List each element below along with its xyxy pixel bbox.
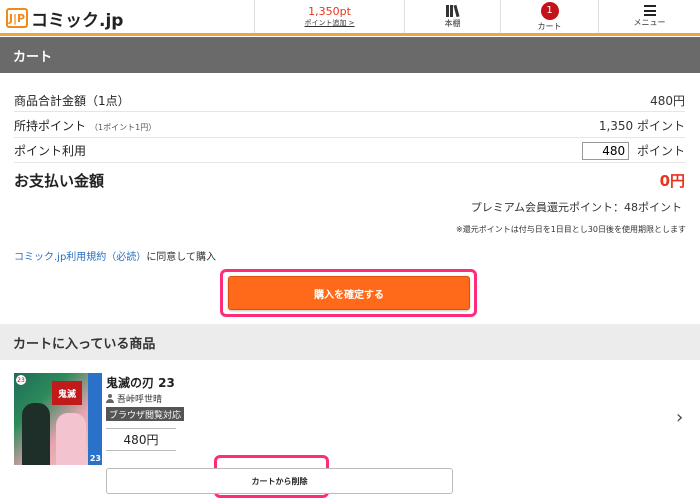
product-price: 480円 (106, 428, 176, 451)
total-label: お支払い金額 (14, 171, 105, 190)
terms-text: に同意して購入 (146, 252, 217, 263)
cover-title: 鬼滅 (52, 381, 82, 405)
use-points-unit: ポイント (636, 143, 685, 158)
owned-points-note: （1ポイント1円） (90, 122, 157, 132)
points-value: 1,350pt (308, 4, 351, 18)
cart-section-header: カート (0, 37, 700, 73)
logo-mark: J|P (6, 8, 28, 28)
product-title[interactable]: 鬼滅の刃 23 (106, 374, 175, 391)
subtotal-row: 商品合計金額（1点） 480円 (14, 89, 685, 112)
site-logo[interactable]: J|P コミック.jp (6, 7, 124, 31)
use-points-control: ポイント (582, 141, 685, 160)
subtotal-value: 480円 (650, 93, 685, 108)
total-value: 0円 (659, 171, 685, 190)
owned-points-row: 所持ポイント （1ポイント1円） 1,350 ポイント (14, 113, 685, 138)
points-expiry-note: ※還元ポイントは付与日を1日目とし30日後を使用期限とします (456, 225, 686, 234)
premium-points-note: プレミアム会員還元ポイント：48ポイント (470, 201, 682, 214)
confirm-purchase-button[interactable]: 購入を確定する (228, 276, 470, 310)
use-points-label: ポイント利用 (14, 144, 87, 158)
use-points-input[interactable] (582, 141, 630, 160)
cart-label: カート (537, 21, 562, 31)
person-icon (106, 394, 114, 403)
owned-points-value: 1,350 ポイント (598, 118, 685, 133)
cart-count-badge: 1 (540, 1, 559, 20)
terms-link[interactable]: コミック.jp利用規約（必読） (14, 252, 146, 263)
product-author: 吾峠呼世晴 (106, 392, 162, 405)
book-cover-image[interactable]: 鬼滅 23 23 (14, 373, 102, 465)
browser-reading-badge: ブラウザ閲覧対応 (106, 407, 185, 421)
top-bar: J|P コミック.jp 1,350pt ポイント追加 > 本棚 1 カート メニ… (0, 0, 700, 36)
points-nav[interactable]: 1,350pt ポイント追加 > (254, 0, 404, 33)
menu-label: メニュー (633, 18, 666, 27)
subtotal-label: 商品合計金額（1点） (14, 93, 130, 108)
bookshelf-nav[interactable]: 本棚 (404, 0, 500, 33)
bookshelf-label: 本棚 (444, 18, 461, 28)
menu-nav[interactable]: メニュー (598, 0, 700, 33)
hamburger-icon (643, 5, 656, 16)
chevron-right-icon[interactable]: › (676, 409, 683, 427)
cart-items-section-header: カートに入っている商品 (0, 324, 700, 360)
total-row: お支払い金額 0円 (14, 168, 685, 192)
author-name: 吾峠呼世晴 (117, 395, 163, 405)
logo-text: コミック.jp (31, 10, 124, 31)
owned-points-label: 所持ポイント （1ポイント1円） (14, 118, 157, 133)
cover-volume-number: 23 (89, 454, 101, 463)
use-points-row: ポイント利用 ポイント (14, 139, 685, 163)
cart-nav[interactable]: 1 カート (500, 0, 598, 33)
remove-from-cart-button[interactable]: カートから削除 (106, 468, 453, 494)
add-points-link[interactable]: ポイント追加 > (304, 18, 354, 29)
cover-volume-badge: 23 (16, 375, 26, 385)
bookshelf-icon (445, 4, 460, 17)
terms-agreement: コミック.jp利用規約（必読）に同意して購入 (14, 248, 216, 263)
